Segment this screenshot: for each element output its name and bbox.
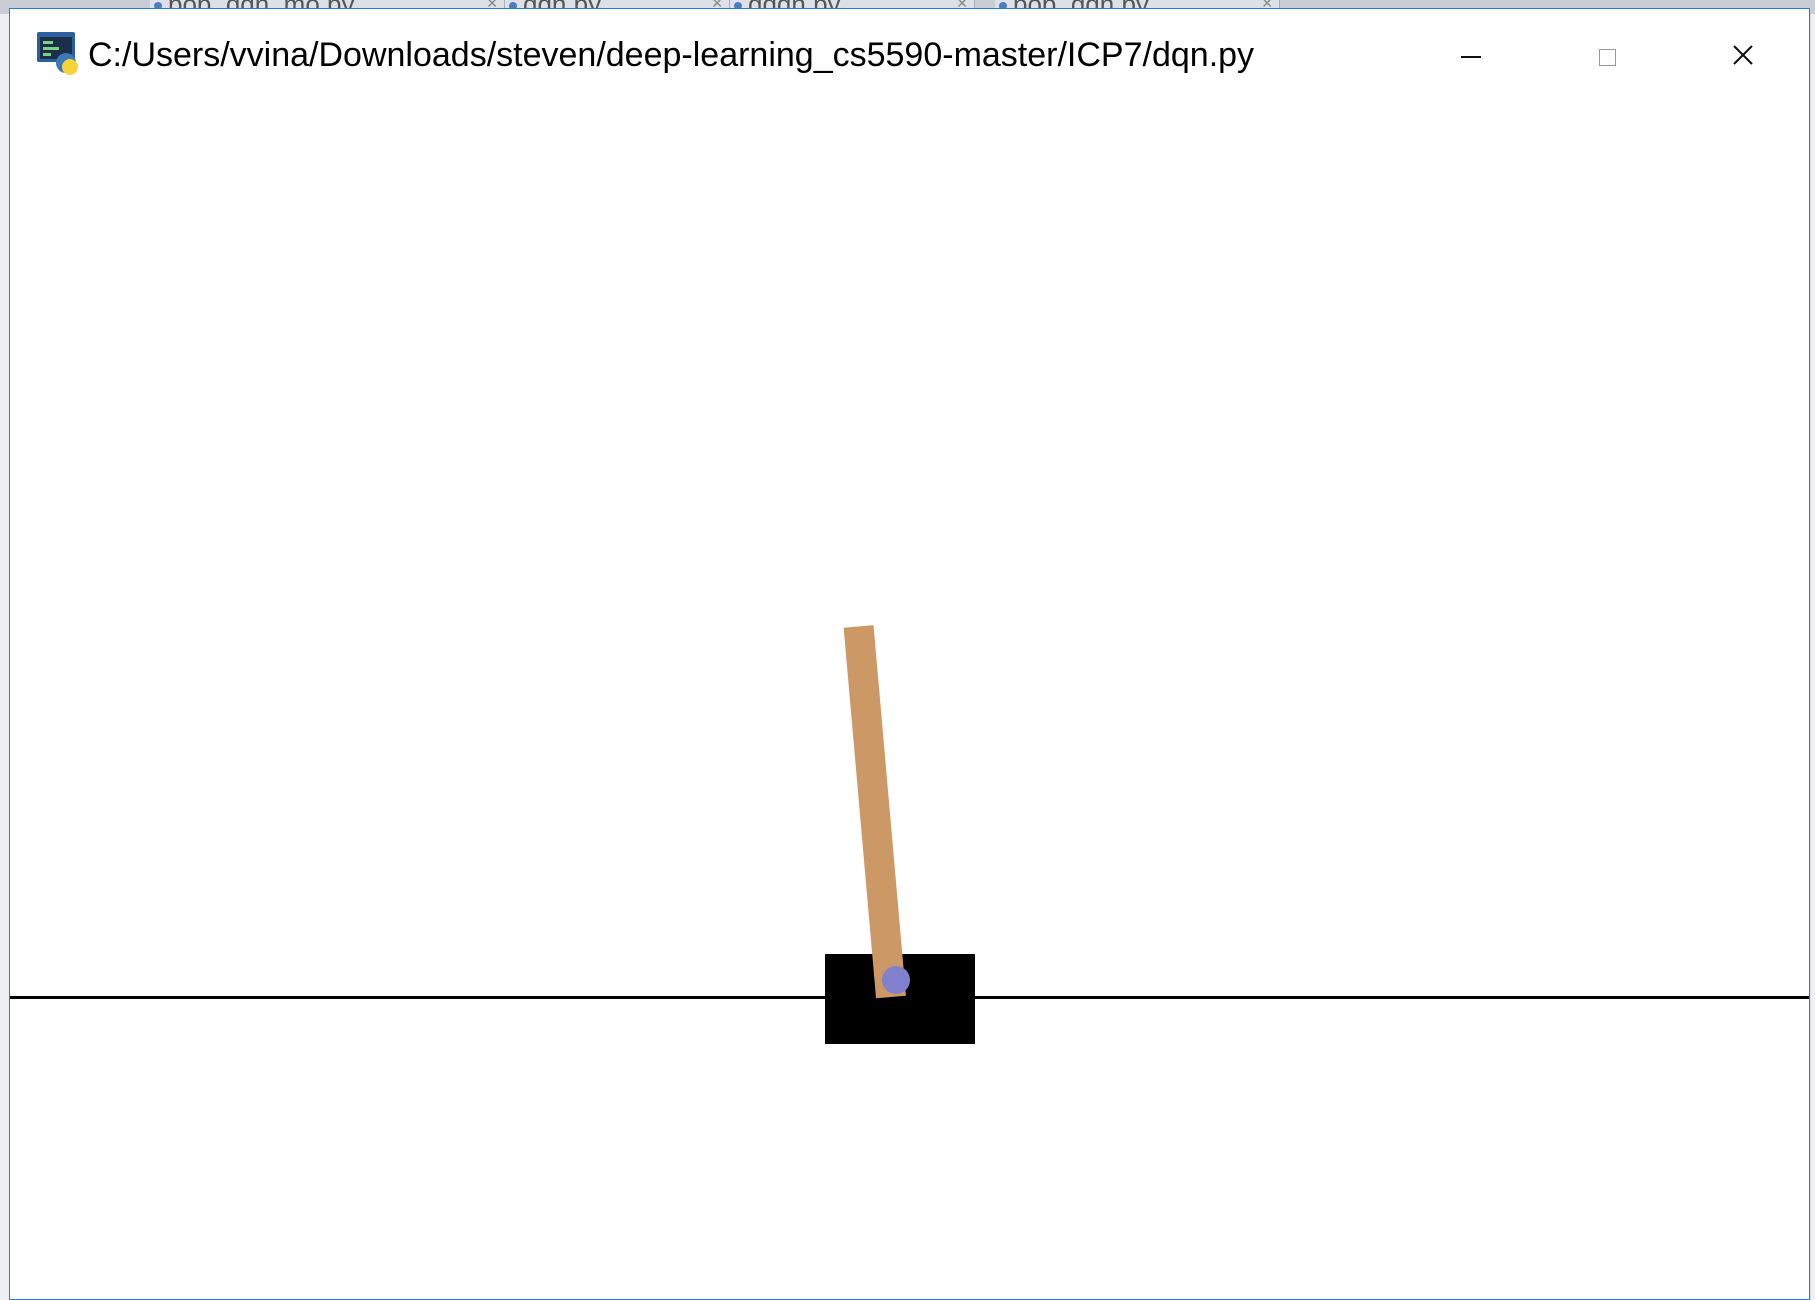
render-window: C:/Users/vvina/Downloads/steven/deep-lea… bbox=[9, 8, 1810, 1300]
render-canvas bbox=[10, 105, 1809, 1299]
close-button[interactable] bbox=[1675, 9, 1811, 105]
title-bar[interactable]: C:/Users/vvina/Downloads/steven/deep-lea… bbox=[10, 9, 1809, 105]
background-editor-edge bbox=[0, 14, 9, 1300]
maximize-icon bbox=[1598, 48, 1616, 66]
minimize-icon bbox=[1461, 56, 1481, 58]
pole bbox=[843, 625, 906, 999]
background-editor-edge bbox=[1811, 14, 1815, 1300]
window-title: C:/Users/vvina/Downloads/steven/deep-lea… bbox=[88, 36, 1255, 74]
close-icon bbox=[1732, 44, 1754, 71]
python-icon bbox=[36, 31, 80, 75]
minimize-button[interactable] bbox=[1403, 9, 1539, 105]
axle bbox=[882, 966, 910, 994]
maximize-button[interactable] bbox=[1539, 9, 1675, 105]
